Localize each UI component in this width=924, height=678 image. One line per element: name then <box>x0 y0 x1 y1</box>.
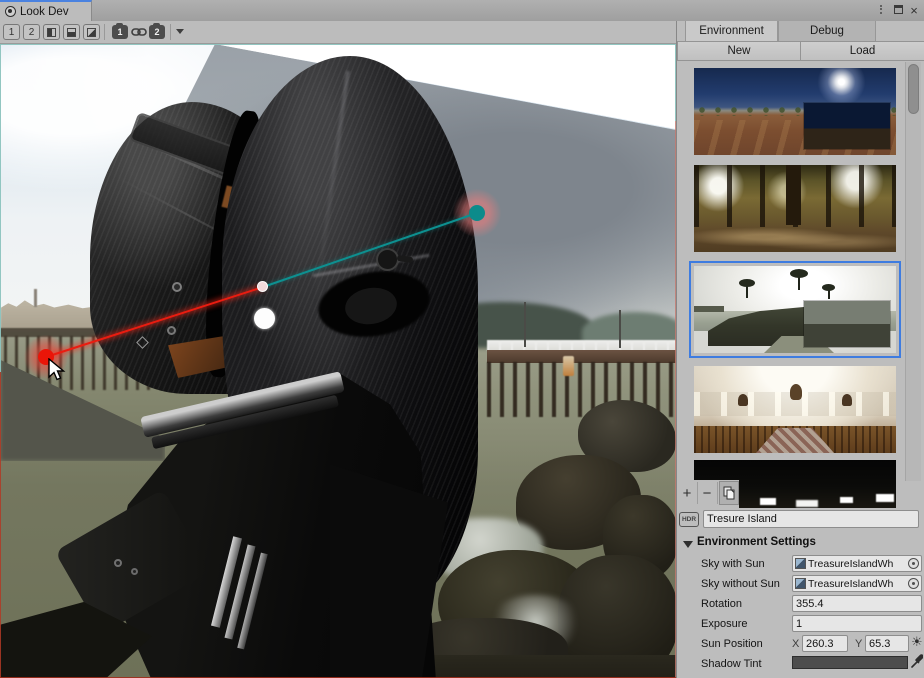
texture-icon <box>795 578 806 589</box>
title-bar: Look Dev × <box>0 0 924 22</box>
helmet-screw-2 <box>167 326 176 335</box>
thumbnail-scrollbar[interactable] <box>905 62 921 481</box>
layout-split-button[interactable] <box>63 24 80 40</box>
remove-environment-button[interactable]: − <box>699 482 715 504</box>
env-thumbnail-3[interactable] <box>694 266 896 353</box>
object-picker-icon[interactable] <box>908 558 919 569</box>
sun-position-x-field[interactable]: 260.3 <box>802 635 848 652</box>
env-thumbnail-3-inset <box>804 301 890 347</box>
pier-barrel <box>563 356 574 376</box>
duplicate-icon <box>723 486 735 500</box>
camera2-badge[interactable]: 2 <box>149 25 165 39</box>
collapse-triangle-icon[interactable] <box>683 541 693 548</box>
object-picker-icon[interactable] <box>908 578 919 589</box>
sky-without-sun-label: Sky without Sun <box>701 578 780 590</box>
env-thumbnail-2[interactable] <box>694 165 896 252</box>
specular-dot <box>254 308 275 329</box>
environment-settings-header[interactable]: Environment Settings <box>697 536 816 548</box>
env-thumbnail-1[interactable] <box>694 68 896 155</box>
rotation-field[interactable]: 355.4 <box>792 595 922 612</box>
env-thumbnail-4[interactable] <box>694 366 896 453</box>
load-button[interactable]: Load <box>800 41 924 61</box>
city-tower <box>34 289 37 307</box>
lamp-post-2 <box>619 310 621 348</box>
env-thumbnail-1-inset <box>804 103 890 149</box>
sun-gizmo-icon[interactable]: ☀ <box>911 634 923 650</box>
sun-position-label: Sun Position <box>701 638 763 650</box>
window-title: Look Dev <box>20 6 69 18</box>
shadow-tint-label: Shadow Tint <box>701 658 762 670</box>
collar-rivet-1 <box>114 559 122 567</box>
tab-debug[interactable]: Debug <box>778 21 876 41</box>
split-handle-center[interactable] <box>257 281 268 292</box>
cursor-icon <box>46 358 68 387</box>
sun-y-label: Y <box>855 638 862 650</box>
eye-icon <box>5 6 16 17</box>
hdr-badge: HDR <box>679 512 699 527</box>
eyedropper-icon[interactable] <box>911 654 923 673</box>
helmet-screw-1 <box>172 282 182 292</box>
new-button[interactable]: New <box>677 41 801 61</box>
add-environment-button[interactable]: + <box>679 482 695 504</box>
tab-environment[interactable]: Environment <box>685 21 778 41</box>
look-dev-tab[interactable]: Look Dev <box>0 0 92 21</box>
sky-with-sun-label: Sky with Sun <box>701 558 765 570</box>
view1-border-left <box>0 44 1 372</box>
view2-border-left <box>0 372 1 678</box>
environment-panel: Environment Debug New Load <box>676 21 924 678</box>
collar-rivet-2 <box>131 568 138 575</box>
link-cameras-icon[interactable] <box>131 25 147 44</box>
layout-zone-button[interactable] <box>83 24 100 40</box>
duplicate-environment-button[interactable] <box>719 481 739 505</box>
split-handle-teal[interactable] <box>469 205 485 221</box>
camera1-badge[interactable]: 1 <box>112 25 128 39</box>
lamp-post-1 <box>524 302 526 347</box>
layout-single2-button[interactable]: 2 <box>23 24 40 40</box>
sun-x-label: X <box>792 638 799 650</box>
camera-dropdown-button[interactable] <box>176 29 184 34</box>
view1-border-top <box>0 44 676 45</box>
maximize-icon[interactable] <box>891 3 905 18</box>
toolbar-separator2 <box>170 24 171 40</box>
sun-position-y-field[interactable]: 65.3 <box>865 635 909 652</box>
layout-single1-button[interactable]: 1 <box>3 24 20 40</box>
lookdev-toolbar <box>0 21 676 44</box>
look-dev-window: Look Dev × 1 2 1 2 <box>0 0 924 678</box>
layout-side-by-side-button[interactable] <box>43 24 60 40</box>
shadow-tint-swatch[interactable] <box>792 656 908 669</box>
sky-with-sun-object-field[interactable]: TreasureIslandWh <box>792 555 922 572</box>
window-menu-icon[interactable] <box>876 3 886 18</box>
sky-without-sun-object-field[interactable]: TreasureIslandWh <box>792 575 922 592</box>
texture-icon <box>795 558 806 569</box>
rotation-label: Rotation <box>701 598 742 610</box>
toolbar-separator <box>104 24 105 40</box>
close-icon[interactable]: × <box>907 3 921 18</box>
exposure-field[interactable]: 1 <box>792 615 922 632</box>
environment-name-field[interactable]: Tresure Island <box>703 510 919 528</box>
viewport[interactable] <box>0 44 676 678</box>
exposure-label: Exposure <box>701 618 747 630</box>
mask-ear-bolt <box>376 248 399 271</box>
scrollbar-thumb[interactable] <box>908 64 919 114</box>
